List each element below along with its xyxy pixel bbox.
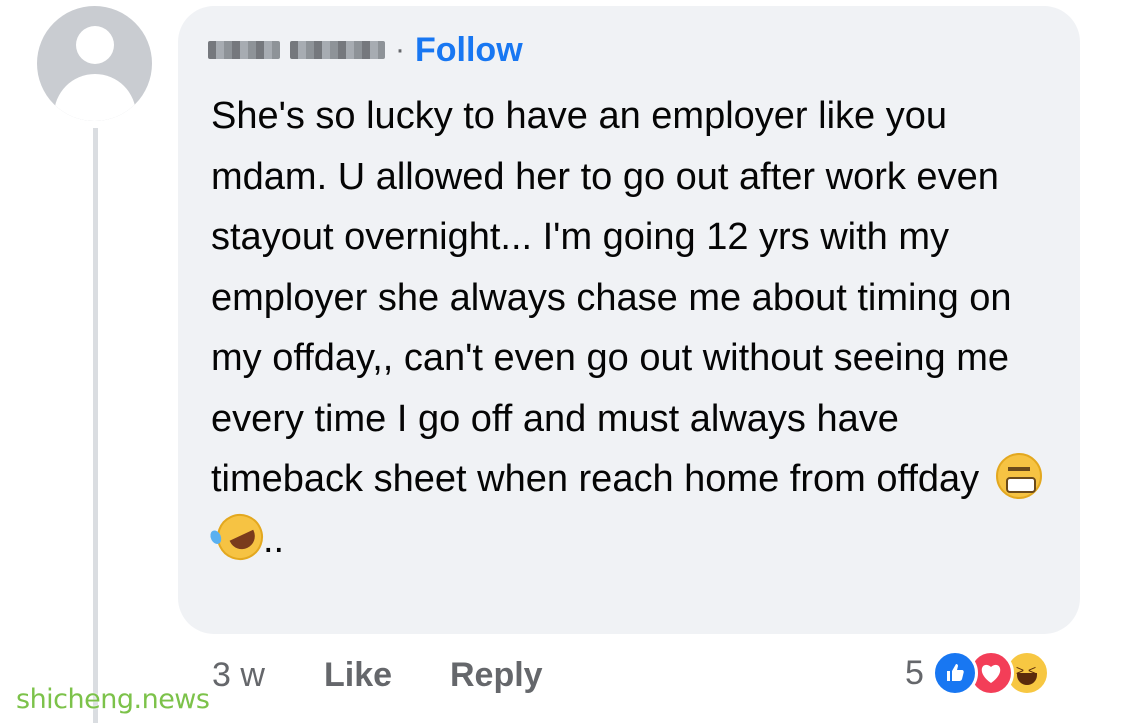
grimacing-face-icon <box>995 453 1042 499</box>
comment-header: · Follow <box>208 30 523 70</box>
reaction-count: 5 <box>905 653 924 692</box>
comment-timestamp[interactable]: 3 w <box>212 656 324 695</box>
comment-text: She's so lucky to have an employer like … <box>209 86 1061 570</box>
redacted-name-part <box>208 41 280 59</box>
separator-dot: · <box>395 33 405 66</box>
comment-actions: 3 w Like Reply <box>212 652 543 698</box>
reply-button[interactable]: Reply <box>450 656 543 695</box>
avatar-head-shape <box>76 26 114 64</box>
reply-thread-line <box>93 128 98 723</box>
comment-body: She's so lucky to have an employer like … <box>211 95 1012 500</box>
heart-icon <box>981 664 1001 683</box>
avatar-body-shape <box>54 74 136 121</box>
redacted-name-part <box>290 41 385 59</box>
haha-mouth <box>1016 673 1037 685</box>
site-watermark: shicheng.news <box>16 684 210 715</box>
user-avatar[interactable] <box>37 6 152 121</box>
follow-button[interactable]: Follow <box>415 31 523 70</box>
reaction-summary[interactable]: 5 > < <box>905 648 1050 698</box>
comment-suffix: .. <box>263 518 285 561</box>
redacted-username[interactable] <box>208 41 385 59</box>
rolling-laughing-face-icon <box>209 505 271 568</box>
like-icon <box>931 650 978 696</box>
like-button[interactable]: Like <box>324 656 450 695</box>
thumbs-up-icon <box>946 664 964 681</box>
